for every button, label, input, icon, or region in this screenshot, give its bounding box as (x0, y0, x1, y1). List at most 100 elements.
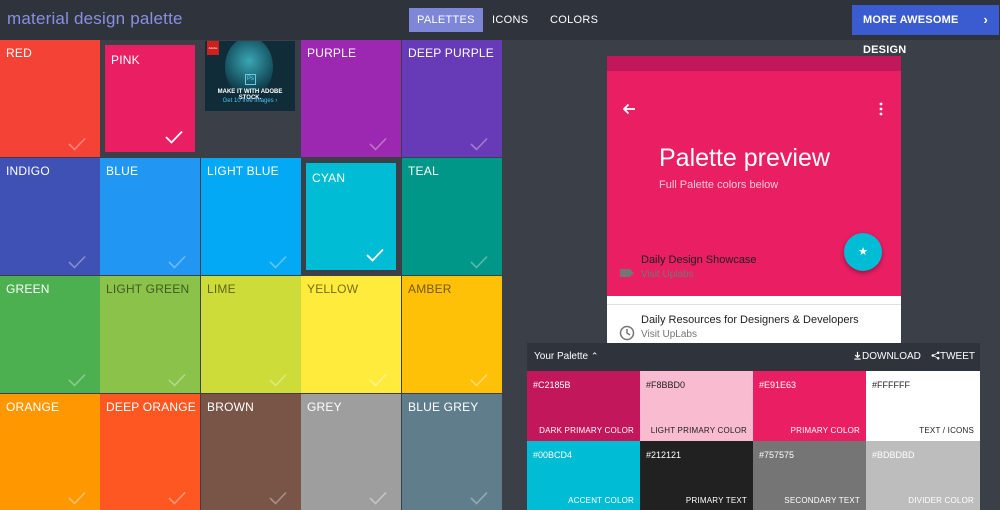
tweet-label: TWEET (940, 351, 975, 362)
checkmark-icon (68, 255, 86, 269)
status-bar (607, 56, 901, 71)
adobe-stock-ad[interactable]: Adobe Ps MAKE IT WITH ADOBE STOCK. Get 1… (205, 41, 295, 111)
tile-grey[interactable]: GREY (301, 394, 401, 510)
swatch-primary[interactable]: #E91E63 PRIMARY COLOR (753, 371, 866, 441)
checkmark-icon (369, 373, 387, 387)
tile-label: DEEP PURPLE (408, 46, 495, 60)
tile-orange[interactable]: ORANGE (0, 394, 100, 510)
checkmark-icon (68, 491, 86, 505)
download-label: DOWNLOAD (862, 351, 921, 362)
checkmark-icon (269, 491, 287, 505)
tile-lime[interactable]: LIME (201, 276, 301, 393)
swatch-hex: #757575 (759, 450, 795, 460)
checkmark-icon (68, 373, 86, 387)
your-palette-header: Your Palette ⌃ DOWNLOAD TWEET (527, 343, 980, 371)
tile-label: ORANGE (6, 400, 60, 414)
tile-label: LIGHT BLUE (207, 164, 279, 178)
tile-label: GREY (307, 400, 342, 414)
swatch-hex: #212121 (646, 450, 682, 460)
list-item[interactable]: Daily Design Showcase Visit Uplabs (607, 246, 901, 304)
tile-pink-selected[interactable]: PINK (100, 40, 200, 157)
swatch-name: SECONDARY TEXT (784, 496, 860, 505)
ad-link[interactable]: Get 10 free images › (207, 98, 293, 104)
checkmark-icon (366, 248, 384, 262)
swatch-hex: #00BCD4 (533, 450, 573, 460)
swatch-text-icons[interactable]: #FFFFFF TEXT / ICONS (866, 371, 980, 441)
swatch-hex: #C2185B (533, 380, 571, 390)
clock-icon (619, 325, 635, 341)
brand-title[interactable]: material design palette (7, 9, 183, 29)
download-icon (854, 351, 861, 360)
tweet-button[interactable]: TWEET (931, 351, 975, 362)
nav-palettes[interactable]: PALETTES (409, 8, 483, 32)
tile-label: GREEN (6, 282, 50, 296)
swatch-name: TEXT / ICONS (919, 426, 974, 435)
swatch-hex: #E91E63 (759, 380, 797, 390)
tile-deep-orange[interactable]: DEEP ORANGE (100, 394, 200, 510)
tile-green[interactable]: GREEN (0, 276, 100, 393)
tile-teal[interactable]: TEAL (402, 158, 502, 275)
tile-brown[interactable]: BROWN (201, 394, 301, 510)
list-divider (607, 304, 901, 305)
caret-up-icon: ⌃ (590, 351, 599, 361)
tile-cyan-selected[interactable]: CYAN (301, 158, 401, 275)
tile-amber[interactable]: AMBER (402, 276, 502, 393)
checkmark-icon (168, 491, 186, 505)
tile-label: PURPLE (307, 46, 357, 60)
checkmark-icon (68, 137, 86, 151)
tile-label: YELLOW (307, 282, 359, 296)
checkmark-icon (168, 255, 186, 269)
tile-light-green[interactable]: LIGHT GREEN (100, 276, 200, 393)
more-awesome-design-button[interactable]: MORE AWESOME DESIGN › (852, 5, 999, 56)
tile-label: AMBER (408, 282, 452, 296)
tile-red[interactable]: RED (0, 40, 100, 157)
tile-indigo[interactable]: INDIGO (0, 158, 100, 275)
tile-label: BLUE GREY (408, 400, 479, 414)
tile-purple[interactable]: PURPLE (301, 40, 401, 157)
list-item[interactable]: Daily Resources for Designers & Develope… (607, 306, 901, 346)
swatch-secondary-text[interactable]: #757575 SECONDARY TEXT (753, 441, 866, 510)
nav-icons[interactable]: ICONS (484, 8, 536, 32)
tile-blue-grey[interactable]: BLUE GREY (402, 394, 502, 510)
swatch-divider[interactable]: #BDBDBD DIVIDER COLOR (866, 441, 980, 510)
tile-deep-purple[interactable]: DEEP PURPLE (402, 40, 502, 157)
checkmark-icon (165, 130, 183, 144)
tile-pink-fill: PINK (105, 45, 195, 152)
checkmark-icon (470, 137, 488, 151)
tile-label: PINK (111, 53, 140, 67)
tile-light-blue[interactable]: LIGHT BLUE (201, 158, 301, 275)
swatch-accent[interactable]: #00BCD4 ACCENT COLOR (527, 441, 640, 510)
tile-yellow[interactable]: YELLOW (301, 276, 401, 393)
swatch-hex: #F8BBD0 (646, 380, 686, 390)
your-palette-toggle[interactable]: Your Palette ⌃ (534, 351, 598, 362)
download-button[interactable]: DOWNLOAD (853, 351, 921, 362)
more-vert-icon[interactable] (879, 102, 883, 116)
top-bar: material design palette PALETTES ICONS C… (0, 0, 1000, 56)
nav-colors[interactable]: COLORS (542, 8, 606, 32)
arrow-back-icon[interactable] (621, 101, 637, 117)
photoshop-icon: Ps (245, 74, 256, 85)
swatch-hex: #FFFFFF (872, 380, 910, 390)
label-tag-icon (619, 265, 635, 281)
swatch-primary-text[interactable]: #212121 PRIMARY TEXT (640, 441, 753, 510)
checkmark-icon (168, 373, 186, 387)
share-icon (931, 351, 940, 360)
your-palette-title: Your Palette (534, 351, 589, 362)
checkmark-icon (369, 491, 387, 505)
tile-label: INDIGO (6, 164, 50, 178)
swatch-light-primary[interactable]: #F8BBD0 LIGHT PRIMARY COLOR (640, 371, 753, 441)
swatch-name: PRIMARY TEXT (685, 496, 747, 505)
swatch-name: DARK PRIMARY COLOR (539, 426, 634, 435)
chevron-right-icon: › (983, 12, 988, 27)
swatch-dark-primary[interactable]: #C2185B DARK PRIMARY COLOR (527, 371, 640, 441)
swatch-hex: #BDBDBD (872, 450, 915, 460)
swatch-name: DIVIDER COLOR (908, 496, 974, 505)
checkmark-icon (470, 255, 488, 269)
tile-blue[interactable]: BLUE (100, 158, 200, 275)
swatch-name: PRIMARY COLOR (790, 426, 860, 435)
checkmark-icon (269, 255, 287, 269)
your-palette-panel: Your Palette ⌃ DOWNLOAD TWEET #C2185B DA… (527, 343, 980, 510)
tile-label: BLUE (106, 164, 139, 178)
list-item-title: Daily Design Showcase (641, 254, 757, 266)
tile-label: CYAN (312, 171, 346, 185)
